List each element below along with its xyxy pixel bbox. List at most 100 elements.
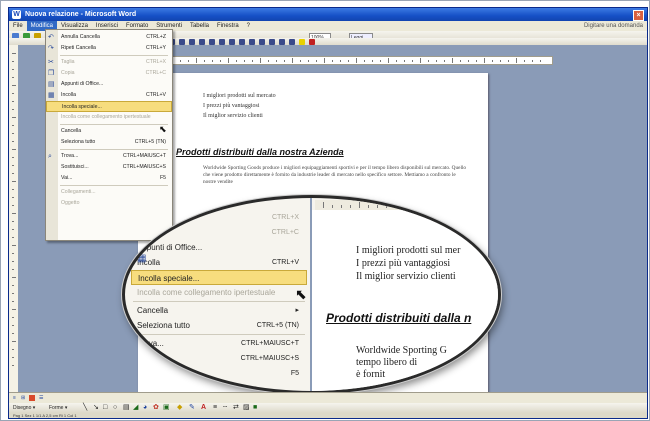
menu-item-annulla-cancella[interactable]: ↶ Annulla Cancella CTRL+Z xyxy=(46,32,172,43)
magnified-menu-item-incolla-speciale: Incolla speciale... xyxy=(131,270,307,285)
ruler-tick xyxy=(485,205,486,208)
line-icon[interactable]: ╲ xyxy=(83,403,87,413)
close-icon[interactable]: × xyxy=(633,10,644,21)
ruler-tick xyxy=(12,213,16,214)
arrow-icon[interactable]: ↘ xyxy=(93,403,99,413)
magnified-menu-shortcut: CTRL+MAIUSC+T xyxy=(241,340,299,347)
ruler-tick xyxy=(500,60,501,62)
menu-item-sostituisci[interactable]: Sostituisci... CTRL+MAIUSC+S xyxy=(46,162,172,173)
ruler-tick xyxy=(12,85,16,86)
ruler-tick xyxy=(324,58,325,63)
menu-item-seleziona-tutto[interactable]: Seleziona tutto CTRL+5 (TN) xyxy=(46,137,172,148)
menu-help[interactable]: ? xyxy=(243,21,254,31)
ruler-tick xyxy=(396,60,397,62)
ruler-tick xyxy=(188,60,189,62)
menu-item-incolla-speciale[interactable]: Incolla speciale... xyxy=(46,101,172,112)
view-web-icon[interactable]: ⊞ xyxy=(21,393,25,403)
help-search-field[interactable]: Digitare una domanda xyxy=(584,21,643,31)
menu-item-incolla[interactable]: ▦ Incolla CTRL+V xyxy=(46,90,172,101)
dash-style-icon[interactable]: ┄ xyxy=(223,403,227,413)
line-color-icon[interactable]: ✎ xyxy=(189,403,195,413)
oval-icon[interactable]: ○ xyxy=(113,403,117,413)
ruler-tick xyxy=(12,261,14,262)
view-normal-icon[interactable]: ≡ xyxy=(13,393,16,403)
view-layout-icon[interactable] xyxy=(29,395,35,401)
diagram-icon[interactable]: ◕ xyxy=(143,403,147,413)
3d-icon[interactable]: ■ xyxy=(253,403,257,413)
mouse-pointer-icon: ⬉ xyxy=(159,124,167,134)
magnified-menu-item-incolla: Incolla CTRL+V xyxy=(131,255,307,270)
ruler-tick xyxy=(180,60,181,62)
ruler-tick xyxy=(12,245,16,246)
ruler-tick xyxy=(12,165,14,166)
menu-item-label: Annulla Cancella xyxy=(61,34,100,40)
ruler-tick xyxy=(12,101,14,102)
clipart-icon[interactable]: ✿ xyxy=(153,403,159,413)
ruler-tick xyxy=(220,60,221,62)
menu-finestra[interactable]: Finestra xyxy=(213,21,243,31)
ruler-tick xyxy=(449,205,450,208)
menu-item-ripeti-cancella[interactable]: ↷ Ripeti Cancella CTRL+Y xyxy=(46,43,172,54)
font-color-icon[interactable]: A xyxy=(201,403,206,413)
view-outline-icon[interactable]: ☰ xyxy=(39,393,43,403)
ruler-tick xyxy=(276,60,277,62)
magnified-menu-label: Incolla come collegamento ipertestuale xyxy=(137,288,276,297)
menu-item-appunti-di-office[interactable]: ▤ Appunti di Office... xyxy=(46,79,172,90)
line-style-icon[interactable]: ≡ xyxy=(213,403,217,413)
magnifier-callout: CTRL+X CTRL+C Appunti di Office... Incolla C… xyxy=(122,195,501,394)
menu-separator xyxy=(60,124,168,125)
paste-icon: ▦ xyxy=(137,253,147,264)
fill-color-icon[interactable]: ◆ xyxy=(177,403,182,413)
menu-file[interactable]: File xyxy=(9,21,27,31)
clipboard-icon: ▤ xyxy=(48,81,55,88)
menu-item-label: Seleziona tutto xyxy=(61,139,96,145)
magnified-menu-shortcut: ▸ xyxy=(295,307,299,314)
ruler-tick xyxy=(420,58,421,63)
drawing-menu-button[interactable]: Disegno ▾ xyxy=(13,403,35,413)
shadow-icon[interactable]: ▨ xyxy=(243,403,250,413)
menu-tabella[interactable]: Tabella xyxy=(186,21,213,31)
menu-item-label: Ripeti Cancella xyxy=(61,45,96,51)
ruler-tick xyxy=(12,349,14,350)
rectangle-icon[interactable]: □ xyxy=(103,403,107,413)
magnified-menu-item: CTRL+X xyxy=(131,210,307,225)
doc-heading: Prodotti distribuiti dalla nostra Aziend… xyxy=(176,147,344,157)
magnified-menu-item-appunti-di-office: Appunti di Office... xyxy=(131,240,307,255)
redo-icon: ↷ xyxy=(48,45,54,52)
ruler-tick xyxy=(516,58,517,63)
picture-icon[interactable]: ▣ xyxy=(163,403,170,413)
ruler-tick xyxy=(292,58,293,63)
menu-item-taglia: ✂ Taglia CTRL+X xyxy=(46,57,172,68)
magnified-menu-shortcut: CTRL+X xyxy=(271,214,299,221)
magnified-menu-item-cancella: Cancella ▸ xyxy=(131,303,307,318)
ruler-tick xyxy=(431,202,432,208)
ruler-tick xyxy=(332,205,333,208)
ruler-tick xyxy=(476,60,477,62)
arrow-style-icon[interactable]: ⇄ xyxy=(233,403,239,413)
ruler-tick xyxy=(12,325,14,326)
wordart-icon[interactable]: ◢ xyxy=(133,403,138,413)
menu-item-label: Trova... xyxy=(61,153,79,159)
ruler-tick xyxy=(412,60,413,62)
ruler-tick xyxy=(12,109,14,110)
menu-item-shortcut: CTRL+C xyxy=(145,70,166,76)
autoshapes-button[interactable]: Forme ▾ xyxy=(49,403,67,413)
ruler-tick xyxy=(12,229,14,230)
word-window: W Nuova relazione - Microsoft Word × Fil… xyxy=(8,7,648,419)
menu-item-label: Collegamenti... xyxy=(61,189,96,195)
ruler-tick xyxy=(413,205,414,208)
ruler-tick xyxy=(532,60,533,62)
ruler-tick xyxy=(12,53,16,54)
magnified-doc-line: I prezzi più vantaggiosi xyxy=(356,258,451,269)
ruler-tick xyxy=(348,60,349,62)
magnified-menu-shortcut: CTRL+5 (TN) xyxy=(256,322,299,329)
ruler-tick xyxy=(12,317,14,318)
ruler-tick xyxy=(12,125,14,126)
textbox-icon[interactable]: ▤ xyxy=(123,403,130,413)
magnified-menu-item-incolla-come-collegamento-ipertestuale: Incolla come collegamento ipertestuale xyxy=(131,285,307,300)
menu-item-cancella[interactable]: Cancella ▸ xyxy=(46,126,172,137)
horizontal-ruler[interactable] xyxy=(159,56,553,65)
menu-item-trova[interactable]: ⌕ Trova... CTRL+MAIUSC+T xyxy=(46,151,172,162)
menu-item-vai[interactable]: Vai... F5 xyxy=(46,173,172,184)
ruler-tick xyxy=(236,60,237,62)
